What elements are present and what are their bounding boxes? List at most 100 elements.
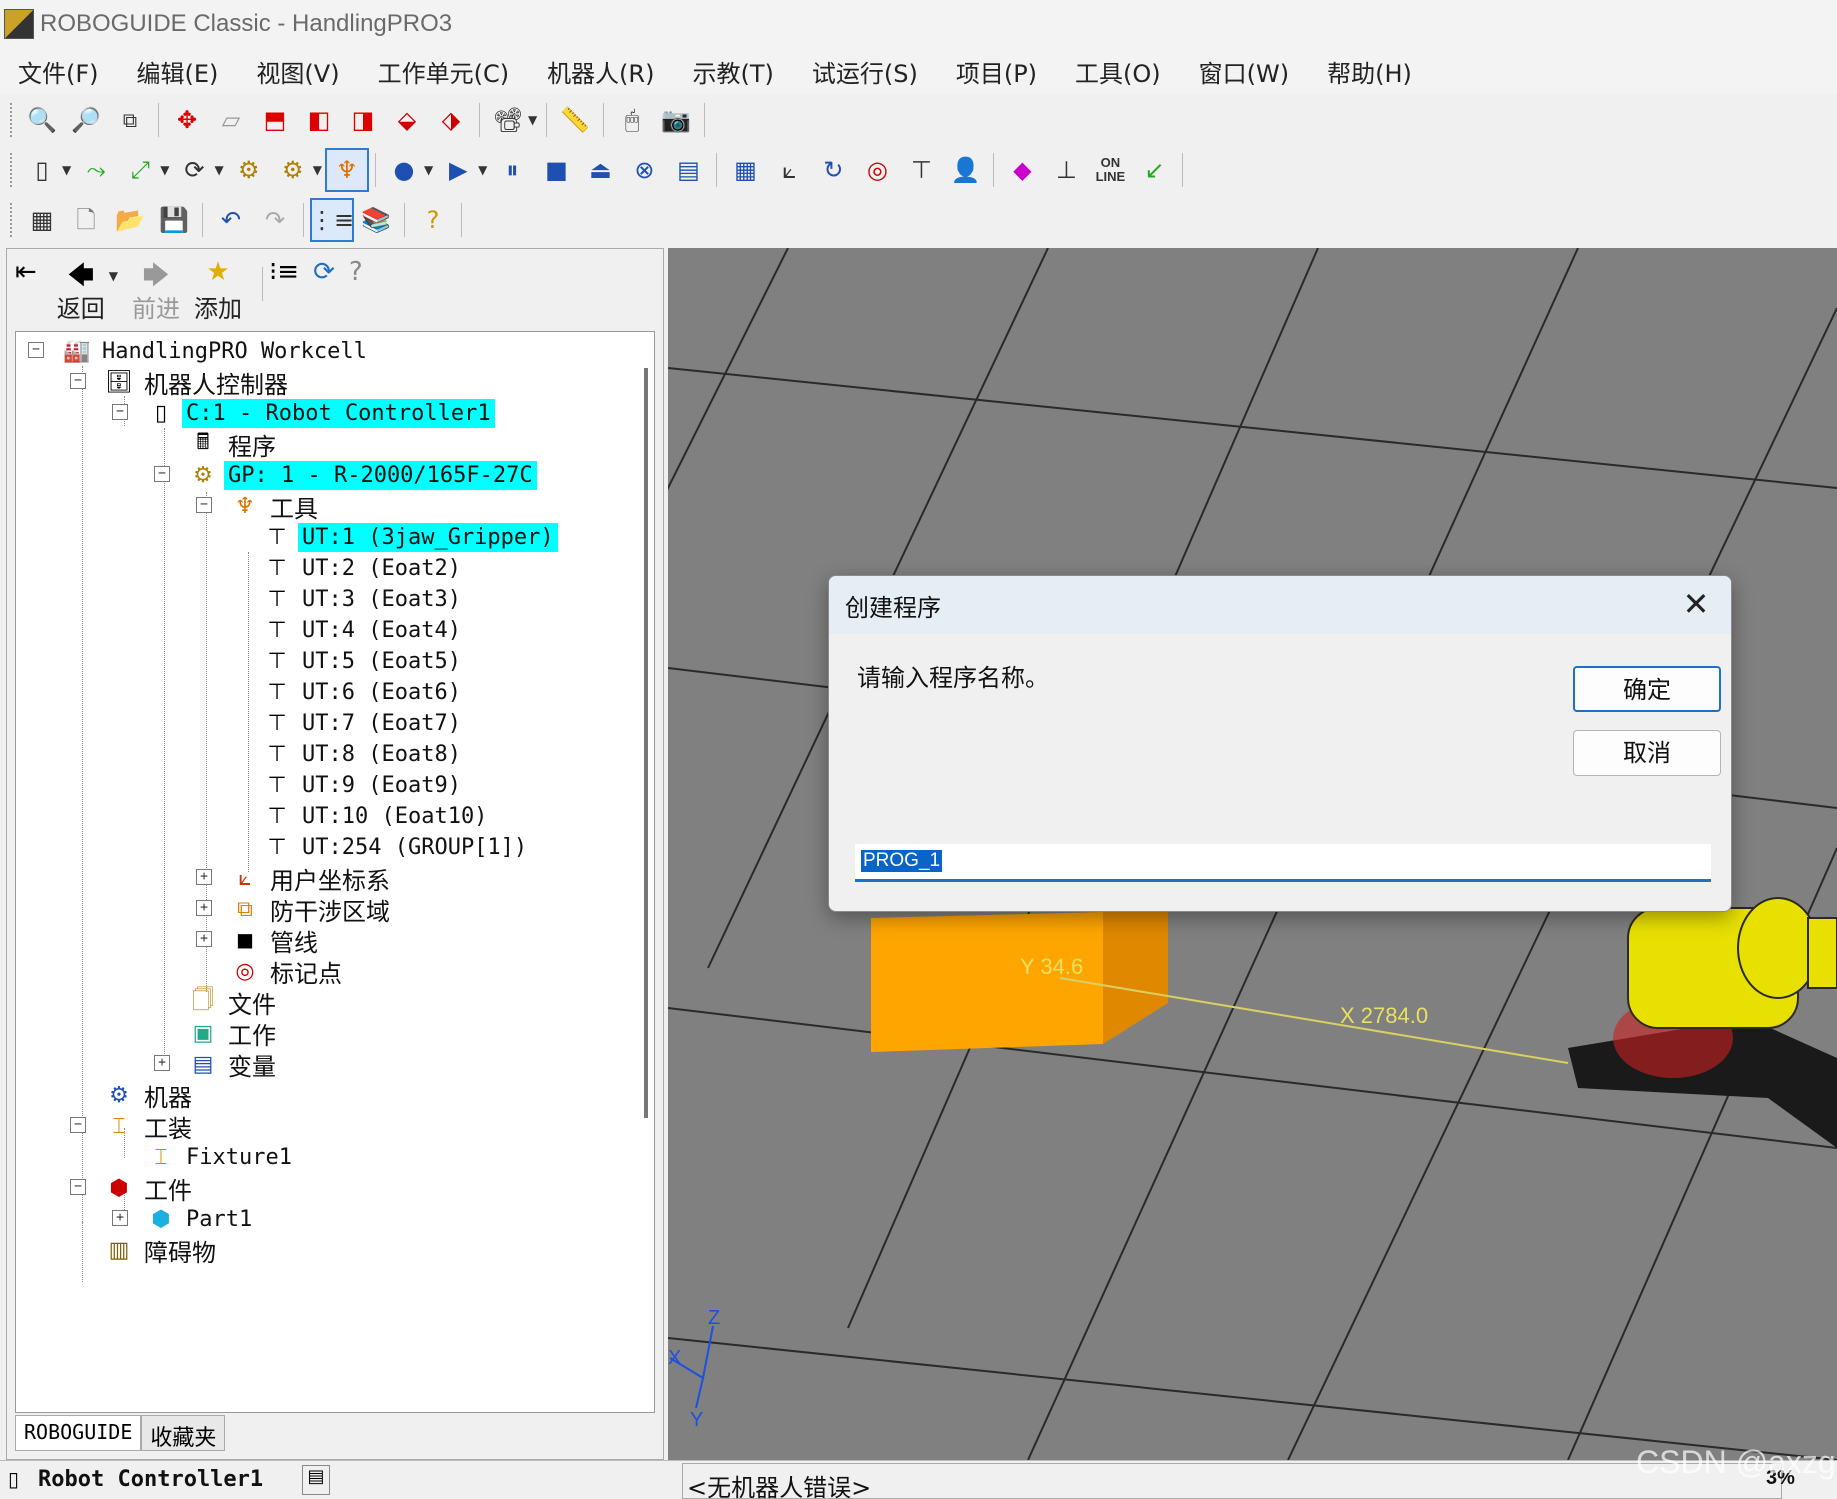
menu-file[interactable]: 文件(F) bbox=[18, 54, 99, 89]
tree-node-programs[interactable]: 🖩 程序 bbox=[154, 427, 280, 461]
io-panel-icon[interactable]: ▦ bbox=[725, 150, 765, 190]
menu-cell[interactable]: 工作单元(C) bbox=[378, 54, 509, 89]
robot-settings-icon[interactable]: ⚙ bbox=[273, 150, 313, 190]
tree-scrollbar[interactable] bbox=[644, 368, 648, 1118]
toolbar-grip[interactable] bbox=[10, 103, 14, 137]
move-view-icon[interactable]: ✥ bbox=[167, 100, 207, 140]
tree-node-tools[interactable]: − ♆ 工具 bbox=[196, 489, 322, 523]
reset-icon[interactable]: ⊗ bbox=[624, 150, 664, 190]
tree-node-tool[interactable]: ⊤ UT:8 (Eoat8) bbox=[238, 737, 465, 771]
program-name-input[interactable]: PROG_1 bbox=[855, 844, 1711, 882]
menu-view[interactable]: 视图(V) bbox=[256, 54, 339, 89]
expand-toggle[interactable]: + bbox=[196, 869, 212, 885]
collapse-toggle[interactable]: − bbox=[70, 373, 86, 389]
exit-browser-button[interactable]: ⇤ bbox=[15, 257, 37, 289]
tree-node-tool[interactable]: ⊤ UT:3 (Eoat3) bbox=[238, 582, 465, 616]
jog-icon[interactable]: ⤢ bbox=[120, 150, 160, 190]
close-icon[interactable]: ✕ bbox=[1675, 584, 1717, 626]
record-icon[interactable]: ⟳ bbox=[174, 150, 214, 190]
cube-front-icon[interactable]: ◧ bbox=[299, 100, 339, 140]
expand-toggle[interactable]: + bbox=[196, 900, 212, 916]
cancel-button[interactable]: 取消 bbox=[1573, 730, 1721, 776]
camera-view-icon[interactable]: 📽 bbox=[488, 100, 528, 140]
collapse-toggle[interactable]: − bbox=[154, 466, 170, 482]
tree-node-tool[interactable]: ⊤ UT:9 (Eoat9) bbox=[238, 768, 465, 802]
toolbar-grip[interactable] bbox=[10, 153, 14, 187]
cube-side-icon[interactable]: ◨ bbox=[343, 100, 383, 140]
gripper-toggle-icon[interactable]: ♆ bbox=[324, 148, 369, 192]
tree-view-button[interactable]: ⁝≡ bbox=[269, 257, 299, 289]
tree-node-tool[interactable]: ⊤ UT:10 (Eoat10) bbox=[238, 799, 491, 833]
ruler-icon[interactable]: 📏 bbox=[555, 100, 595, 140]
tree-node-obstacles[interactable]: ▥ 障碍物 bbox=[70, 1233, 220, 1267]
redo-icon[interactable]: ↷ bbox=[255, 200, 295, 240]
help-icon[interactable]: ? bbox=[413, 200, 453, 240]
mouse-icon[interactable]: 🖱 bbox=[612, 100, 652, 140]
tab-roboguide[interactable]: ROBOGUIDE bbox=[15, 1415, 142, 1451]
display-panel-icon[interactable]: ▤ bbox=[668, 150, 708, 190]
collapse-toggle[interactable]: − bbox=[70, 1117, 86, 1133]
tree-node-parts[interactable]: − ⬢ 工件 bbox=[70, 1171, 196, 1205]
save-icon[interactable]: 💾 bbox=[154, 200, 194, 240]
zoom-window-icon[interactable]: ⧉ bbox=[110, 100, 150, 140]
shapes-icon[interactable]: ◆ bbox=[1002, 150, 1042, 190]
cube-top-icon[interactable]: ⬒ bbox=[255, 100, 295, 140]
measure-height-icon[interactable]: ⊥ bbox=[1046, 150, 1086, 190]
menu-project[interactable]: 项目(P) bbox=[956, 54, 1037, 89]
collapse-toggle[interactable]: − bbox=[112, 404, 128, 420]
robot-icon[interactable]: ⚙ bbox=[229, 150, 269, 190]
chevron-down-icon[interactable]: ▼ bbox=[160, 163, 169, 177]
tree-node-controller1[interactable]: − ▯ C:1 - Robot Controller1 bbox=[112, 396, 495, 430]
eject-icon[interactable]: ⏏ bbox=[580, 150, 620, 190]
menu-window[interactable]: 窗口(W) bbox=[1199, 54, 1289, 89]
help-button[interactable]: ? bbox=[349, 257, 363, 289]
back-button[interactable]: 🡄 返回 bbox=[57, 257, 105, 324]
menu-teach[interactable]: 示教(T) bbox=[692, 54, 773, 89]
menu-tools[interactable]: 工具(O) bbox=[1075, 54, 1161, 89]
refresh-button[interactable]: ⟳ bbox=[313, 257, 335, 289]
zoom-in-icon[interactable]: 🔍 bbox=[22, 100, 62, 140]
plane-icon[interactable]: ▱ bbox=[211, 100, 251, 140]
pause-icon[interactable]: ⏸ bbox=[492, 150, 532, 190]
new-file-icon[interactable]: 🗋 bbox=[66, 200, 106, 240]
toolbar-grip[interactable] bbox=[10, 203, 14, 237]
collapse-toggle[interactable]: − bbox=[196, 497, 212, 513]
chevron-down-icon[interactable]: ▼ bbox=[424, 163, 433, 177]
camera-icon[interactable]: 📷 bbox=[656, 100, 696, 140]
cube-rotate-icon[interactable]: ⬗ bbox=[431, 100, 471, 140]
collapse-toggle[interactable]: − bbox=[70, 1179, 86, 1195]
expand-toggle[interactable]: + bbox=[112, 1210, 128, 1226]
run-icon[interactable]: ▶ bbox=[438, 150, 478, 190]
tree-node-tool[interactable]: ⊤ UT:4 (Eoat4) bbox=[238, 613, 465, 647]
tree-node-controllers[interactable]: − 🗄 机器人控制器 bbox=[70, 365, 292, 399]
tree-node-tool[interactable]: ⊤ UT:5 (Eoat5) bbox=[238, 644, 465, 678]
chevron-down-icon[interactable]: ▼ bbox=[528, 113, 537, 127]
target-icon[interactable]: ◎ bbox=[857, 150, 897, 190]
axes-icon[interactable]: ⟀ bbox=[769, 150, 809, 190]
chevron-down-icon[interactable]: ▼ bbox=[62, 163, 71, 177]
stop-icon[interactable]: ■ bbox=[536, 150, 576, 190]
chevron-down-icon[interactable]: ▼ bbox=[214, 163, 223, 177]
menu-test-run[interactable]: 试运行(S) bbox=[812, 54, 918, 89]
collapse-toggle[interactable]: − bbox=[28, 342, 44, 358]
ok-button[interactable]: 确定 bbox=[1573, 666, 1721, 712]
rotate-frame-icon[interactable]: ↻ bbox=[813, 150, 853, 190]
menu-help[interactable]: 帮助(H) bbox=[1327, 54, 1412, 89]
tree-node-tool[interactable]: ⊤ UT:1 (3jaw_Gripper) bbox=[238, 520, 558, 554]
tree-node-fixtures[interactable]: − ⌶ 工装 bbox=[70, 1109, 196, 1143]
tree-node-tool[interactable]: ⊤ UT:2 (Eoat2) bbox=[238, 551, 465, 585]
zoom-out-icon[interactable]: 🔎 bbox=[66, 100, 106, 140]
cube-iso-icon[interactable]: ⬙ bbox=[387, 100, 427, 140]
menu-robot[interactable]: 机器人(R) bbox=[547, 54, 654, 89]
menu-edit[interactable]: 编辑(E) bbox=[137, 54, 219, 89]
undo-icon[interactable]: ↶ bbox=[211, 200, 251, 240]
export-icon[interactable]: ↙ bbox=[1134, 150, 1174, 190]
open-folder-icon[interactable]: 📂 bbox=[110, 200, 150, 240]
forward-button[interactable]: 🡆 前进 bbox=[132, 257, 180, 324]
tab-favorites[interactable]: 收藏夹 bbox=[141, 1415, 226, 1451]
teach-pendant-icon[interactable]: ▤ bbox=[302, 1465, 330, 1495]
tree-node-tool[interactable]: ⊤ UT:6 (Eoat6) bbox=[238, 675, 465, 709]
expand-toggle[interactable]: + bbox=[196, 931, 212, 947]
teach-pendant-icon[interactable]: ▯ bbox=[22, 150, 62, 190]
edit-program-icon[interactable]: ● bbox=[384, 150, 424, 190]
